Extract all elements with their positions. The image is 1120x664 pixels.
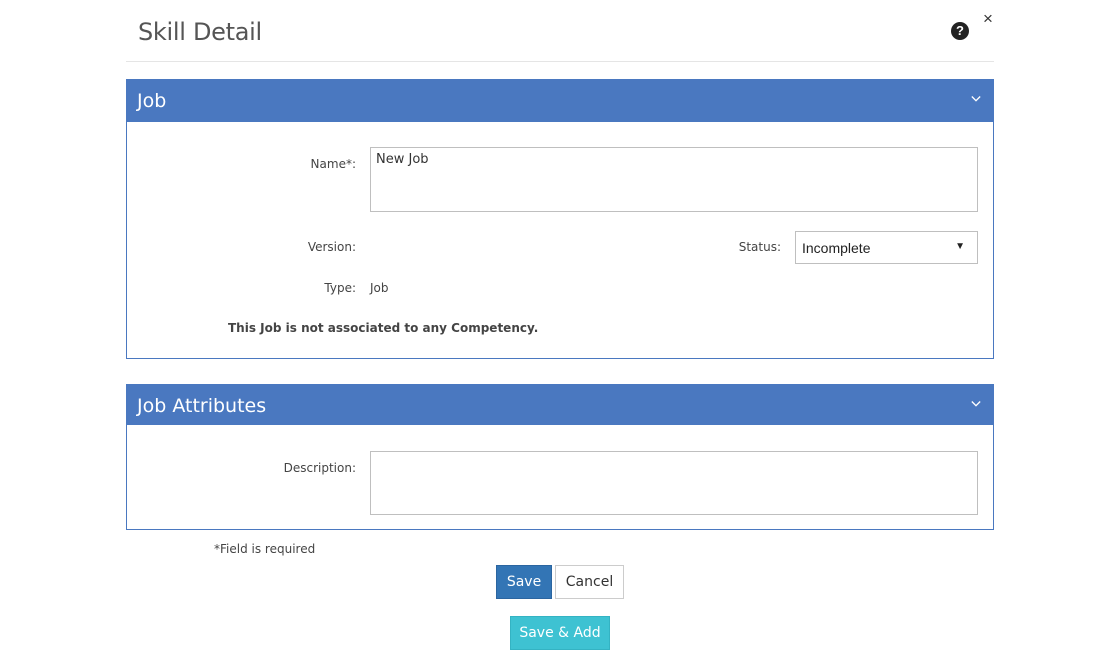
chevron-down-icon[interactable]	[971, 399, 981, 409]
status-select[interactable]: Incomplete ▼	[795, 231, 978, 264]
title-divider	[126, 61, 994, 62]
version-label: Version:	[307, 240, 356, 254]
save-and-add-button[interactable]: Save & Add	[510, 616, 610, 650]
job-panel: Job Name*: New Job Version: Status: Inco…	[126, 79, 994, 359]
caret-down-icon: ▼	[955, 241, 965, 252]
name-field[interactable]: New Job	[370, 147, 978, 212]
help-icon[interactable]: ?	[951, 22, 969, 40]
job-panel-title: Job	[137, 90, 167, 112]
status-label: Status:	[738, 240, 781, 254]
type-value: Job	[370, 281, 389, 295]
save-button[interactable]: Save	[496, 565, 552, 599]
chevron-down-icon[interactable]	[971, 94, 981, 104]
close-icon[interactable]: ×	[983, 10, 993, 28]
status-select-value: Incomplete	[802, 240, 871, 256]
job-panel-header[interactable]: Job	[127, 80, 993, 122]
job-attributes-panel: Job Attributes Description:	[126, 384, 994, 530]
name-label: Name*:	[310, 157, 356, 171]
modal-title: Skill Detail	[138, 18, 262, 46]
description-label: Description:	[283, 461, 356, 475]
competency-note: This Job is not associated to any Compet…	[228, 321, 539, 335]
description-field[interactable]	[370, 451, 978, 515]
required-note: *Field is required	[214, 542, 316, 556]
job-attributes-panel-header[interactable]: Job Attributes	[127, 385, 993, 425]
cancel-button[interactable]: Cancel	[555, 565, 624, 599]
job-attributes-panel-title: Job Attributes	[137, 395, 267, 417]
type-label: Type:	[324, 281, 356, 295]
